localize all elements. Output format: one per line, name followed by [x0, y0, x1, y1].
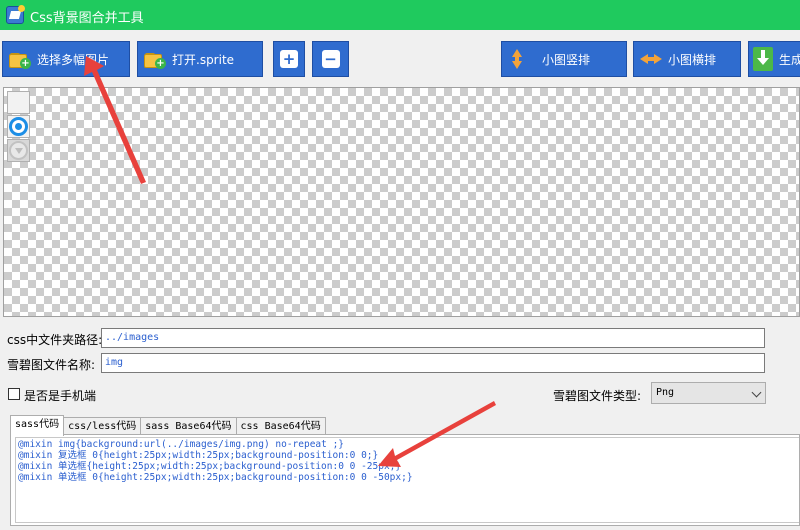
folder-open-icon: +	[144, 50, 166, 69]
zoom-in-button[interactable]: +	[273, 41, 305, 77]
generate-button[interactable]: 生成	[748, 41, 800, 77]
code-line: @mixin img{background:url(../images/img.…	[18, 439, 345, 450]
arrows-horizontal-icon	[640, 52, 662, 66]
mobile-checkbox-label: 是否是手机端	[24, 389, 97, 403]
code-line: @mixin 复选框 0{height:25px;width:25px;back…	[18, 450, 379, 461]
arrows-vertical-icon	[510, 49, 524, 69]
download-icon	[753, 47, 773, 71]
code-line: @mixin 单选框 0{height:25px;width:25px;back…	[18, 472, 413, 483]
zoom-out-button[interactable]: −	[312, 41, 349, 77]
mobile-checkbox[interactable]	[8, 388, 20, 400]
select-images-button[interactable]: + 选择多幅图片	[2, 41, 130, 77]
chevron-down-icon	[751, 387, 762, 398]
select-images-label: 选择多幅图片	[37, 52, 110, 67]
arrange-horizontal-label: 小图横排	[668, 52, 717, 67]
sprite-radio-selected-icon[interactable]	[7, 115, 30, 138]
sprite-name-label: 雪碧图文件名称:	[7, 358, 96, 372]
title-bar: Css背景图合并工具	[0, 0, 800, 30]
file-type-select[interactable]: Png	[651, 382, 766, 404]
toolbar: + 选择多幅图片 + 打开.sprite + − 小图竖排 小图横排 生成	[0, 30, 800, 86]
css-path-label: css中文件夹路径:	[7, 333, 103, 347]
open-sprite-label: 打开.sprite	[172, 52, 235, 67]
tab-sass[interactable]: sass代码	[10, 415, 65, 436]
generate-label: 生成	[779, 52, 800, 67]
folder-add-icon: +	[9, 50, 31, 69]
sprite-canvas[interactable]	[3, 87, 800, 317]
code-panel: @mixin img{background:url(../images/img.…	[10, 434, 800, 526]
arrange-vertical-label: 小图竖排	[542, 52, 591, 67]
app-icon	[6, 5, 25, 24]
file-type-value: Png	[656, 387, 675, 398]
window-title: Css背景图合并工具	[30, 11, 144, 26]
sprite-name-input[interactable]: img	[101, 353, 765, 373]
sprite-checkbox-icon[interactable]	[7, 91, 30, 114]
code-tabs: sass代码 css/less代码 sass Base64代码 css Base…	[10, 415, 326, 436]
sprite-radio-disabled-icon[interactable]	[7, 139, 30, 162]
plus-icon: +	[280, 50, 298, 68]
code-textarea[interactable]: @mixin img{background:url(../images/img.…	[15, 437, 799, 523]
arrange-vertical-button[interactable]: 小图竖排	[501, 41, 627, 77]
arrange-horizontal-button[interactable]: 小图横排	[633, 41, 741, 77]
file-type-label: 雪碧图文件类型:	[553, 389, 642, 403]
minus-icon: −	[321, 50, 340, 68]
open-sprite-button[interactable]: + 打开.sprite	[137, 41, 263, 77]
css-path-input[interactable]: ../images	[101, 328, 765, 348]
code-line: @mixin 单选框{height:25px;width:25px;backgr…	[18, 461, 402, 472]
